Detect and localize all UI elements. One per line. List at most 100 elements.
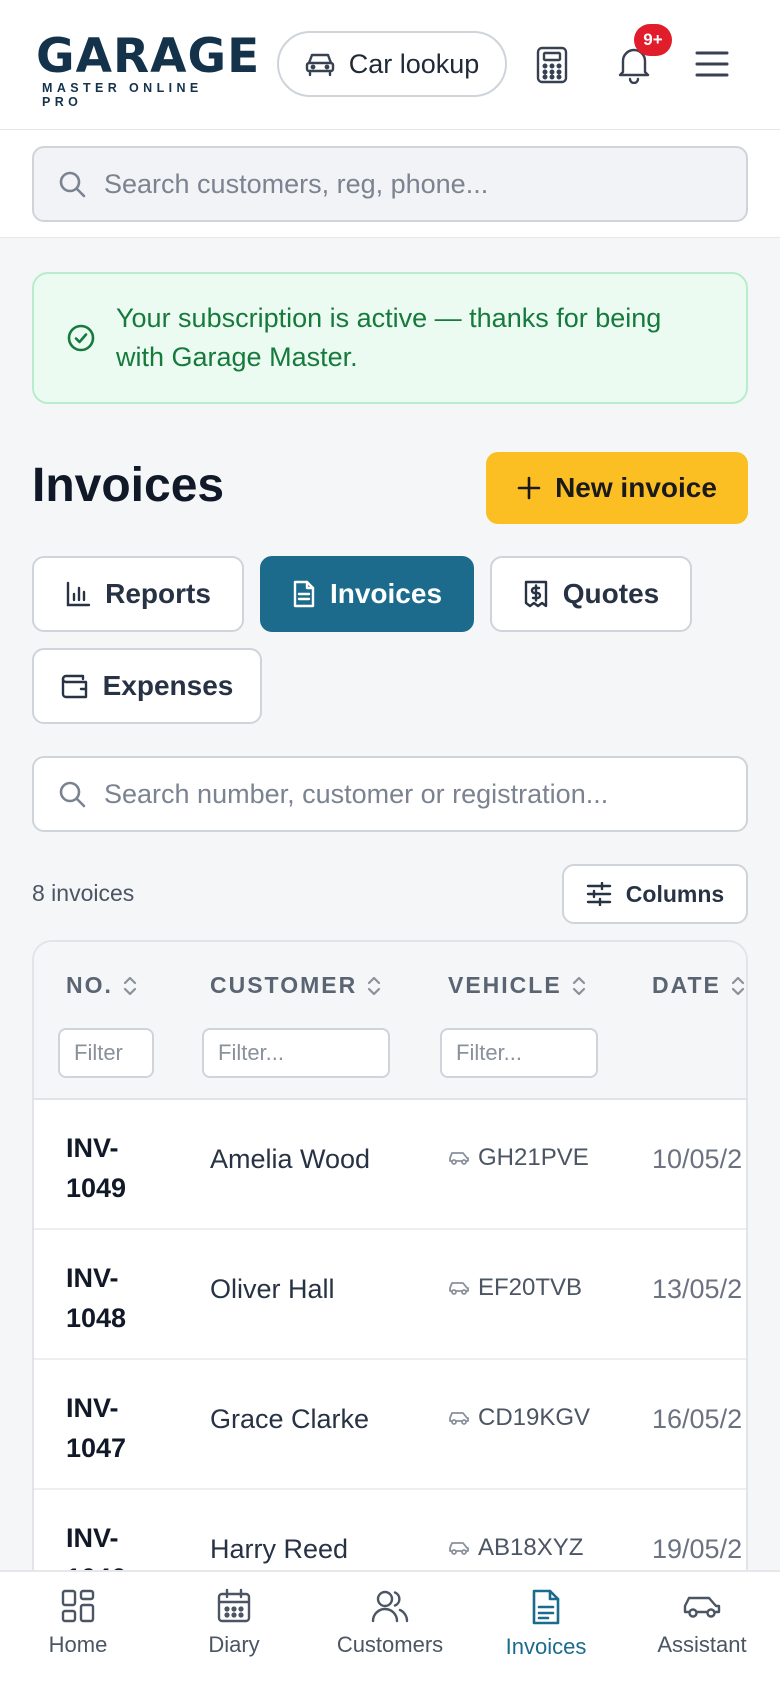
column-header-label: CUSTOMER: [210, 972, 358, 998]
calculator-button[interactable]: [530, 40, 574, 90]
logo-tagline: MASTER ONLINE PRO: [42, 81, 203, 109]
nav-diary[interactable]: Diary: [156, 1588, 312, 1678]
global-search-box[interactable]: [32, 146, 748, 222]
invoice-date: 13/05/2: [652, 1274, 743, 1304]
invoice-count: 8 invoices: [32, 880, 135, 906]
invoices-table: NO. CUSTOMER VEHICLE DATE INV-1049 Ameli…: [32, 940, 748, 1580]
car-lookup-label: Car lookup: [348, 48, 480, 79]
invoice-number[interactable]: INV-1048: [66, 1258, 156, 1338]
nav-assistant[interactable]: Assistant: [624, 1588, 780, 1678]
sort-icon: [367, 975, 381, 997]
car-icon: [448, 1150, 470, 1166]
invoice-search-input[interactable]: [104, 778, 746, 810]
nav-diary-label: Diary: [208, 1632, 260, 1657]
car-icon: [682, 1588, 722, 1624]
tab-quotes-label: Quotes: [562, 578, 660, 609]
app-header: GARAGE MASTER ONLINE PRO Car lookup 9+: [0, 0, 780, 130]
columns-button[interactable]: Columns: [562, 864, 748, 924]
tab-reports[interactable]: Reports: [32, 556, 244, 632]
columns-label: Columns: [625, 880, 725, 907]
invoice-date: 16/05/2: [652, 1404, 743, 1434]
calendar-icon: [216, 1588, 252, 1624]
car-icon: [448, 1280, 470, 1296]
car-lookup-button[interactable]: Car lookup: [277, 31, 507, 97]
invoice-search-box[interactable]: [32, 756, 748, 832]
page-title: Invoices: [32, 459, 225, 512]
users-icon: [371, 1588, 409, 1624]
sort-icon: [572, 975, 586, 997]
sort-icon: [123, 975, 137, 997]
tab-expenses[interactable]: Expenses: [32, 648, 262, 724]
sliders-icon: [586, 882, 612, 906]
global-search-bar: [0, 130, 780, 238]
garage-master-logo[interactable]: GARAGE MASTER ONLINE PRO: [36, 33, 259, 109]
customer-name: Harry Reed: [210, 1534, 349, 1564]
customer-filter-input[interactable]: [202, 1028, 390, 1078]
grid-icon: [60, 1588, 96, 1624]
vehicle-cell: AB18XYZ: [448, 1534, 583, 1562]
new-invoice-button[interactable]: New invoice: [486, 452, 748, 524]
notification-count-badge: 9+: [634, 24, 672, 56]
customer-name: Grace Clarke: [210, 1404, 370, 1434]
column-header-vehicle[interactable]: VEHICLE: [448, 972, 586, 999]
car-icon: [448, 1410, 470, 1426]
vehicle-registration: CD19KGV: [478, 1404, 591, 1431]
tab-quotes[interactable]: Quotes: [490, 556, 692, 632]
bar-chart-icon: [65, 581, 91, 607]
invoice-number[interactable]: INV-1049: [66, 1128, 156, 1208]
customer-name: Oliver Hall: [210, 1274, 335, 1304]
customer-name: Amelia Wood: [210, 1144, 371, 1174]
check-circle-icon: [66, 323, 96, 353]
nav-customers[interactable]: Customers: [312, 1588, 468, 1678]
car-icon: [448, 1540, 470, 1556]
table-row[interactable]: INV-1048 Oliver Hall EF20TVB 13/05/2: [34, 1230, 746, 1360]
tab-invoices[interactable]: Invoices: [260, 556, 474, 632]
vehicle-registration: AB18XYZ: [478, 1534, 584, 1561]
column-header-label: NO.: [66, 972, 113, 998]
invoice-number[interactable]: INV-1047: [66, 1388, 156, 1468]
vehicle-registration: EF20TVB: [478, 1274, 583, 1301]
document-icon: [292, 580, 316, 608]
column-header-date[interactable]: DATE: [652, 972, 745, 999]
global-search-input[interactable]: [104, 168, 746, 200]
invoice-date: 10/05/2: [652, 1144, 743, 1174]
nav-home[interactable]: Home: [0, 1588, 156, 1678]
table-row[interactable]: INV-1049 Amelia Wood GH21PVE 10/05/2: [34, 1100, 746, 1230]
number-filter-input[interactable]: [58, 1028, 154, 1078]
vehicle-cell: CD19KGV: [448, 1404, 590, 1432]
nav-assistant-label: Assistant: [657, 1632, 747, 1657]
plus-icon: [517, 476, 541, 500]
column-header-number[interactable]: NO.: [66, 972, 137, 999]
search-icon: [58, 780, 86, 808]
nav-invoices-label: Invoices: [505, 1634, 587, 1659]
search-icon: [58, 170, 86, 198]
table-row[interactable]: INV-1046 Harry Reed AB18XYZ 19/05/2: [34, 1490, 746, 1578]
nav-home-label: Home: [48, 1632, 108, 1657]
menu-icon: [695, 50, 729, 78]
car-icon: [305, 51, 335, 77]
column-header-label: VEHICLE: [448, 972, 562, 998]
nav-invoices[interactable]: Invoices: [468, 1588, 624, 1678]
vehicle-filter-input[interactable]: [440, 1028, 598, 1078]
column-header-customer[interactable]: CUSTOMER: [210, 972, 381, 999]
document-icon: [530, 1588, 562, 1626]
vehicle-cell: GH21PVE: [448, 1144, 589, 1172]
vehicle-registration: GH21PVE: [478, 1144, 589, 1171]
tab-invoices-label: Invoices: [329, 578, 443, 609]
new-invoice-label: New invoice: [555, 472, 717, 503]
invoice-date: 19/05/2: [652, 1534, 743, 1564]
tab-expenses-label: Expenses: [102, 670, 234, 701]
vehicle-cell: EF20TVB: [448, 1274, 582, 1302]
receipt-dollar-icon: [523, 580, 549, 608]
subscription-message: Your subscription is active — thanks for…: [116, 303, 662, 372]
bottom-navigation: Home Diary Customers Invoices Assistant: [0, 1570, 780, 1688]
nav-customers-label: Customers: [336, 1632, 444, 1657]
menu-button[interactable]: [692, 44, 732, 84]
calculator-icon: [536, 46, 568, 84]
table-row[interactable]: INV-1047 Grace Clarke CD19KGV 16/05/2: [34, 1360, 746, 1490]
column-header-label: DATE: [652, 972, 721, 998]
wallet-icon: [61, 673, 89, 699]
table-header: NO. CUSTOMER VEHICLE DATE: [34, 942, 746, 1100]
sort-icon: [731, 975, 745, 997]
subscription-status-banner: Your subscription is active — thanks for…: [32, 272, 748, 404]
